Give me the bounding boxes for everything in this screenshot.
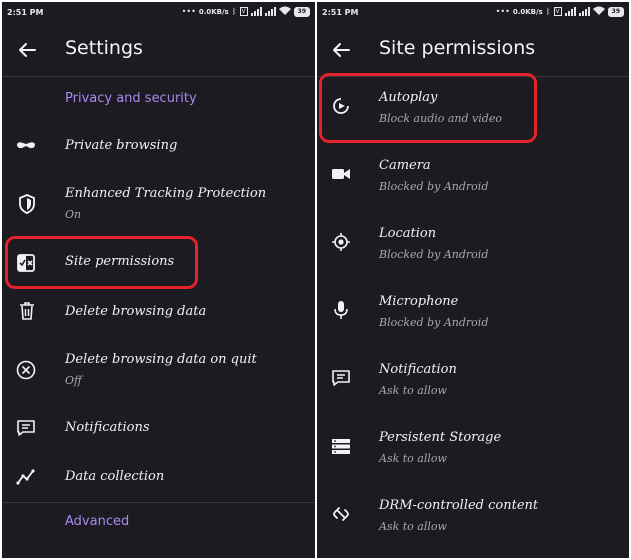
signal-icon [564,7,576,16]
cancel-circle-icon [16,360,36,380]
section-header-advanced: Advanced [65,514,130,529]
section-header-privacy: Privacy and security [65,91,197,106]
item-subtitle: Blocked by Android [379,180,489,193]
settings-item-delete-browsing-data[interactable]: Delete browsing data [2,290,315,336]
volte-icon: V [239,7,248,16]
settings-item-tracking-protection[interactable]: Enhanced Tracking Protection On [2,178,315,230]
permission-item-persistent-storage[interactable]: Persistent Storage Ask to allow [317,422,629,480]
battery-icon: 39 [293,6,310,17]
permission-item-microphone[interactable]: Microphone Blocked by Android [317,286,629,344]
battery-icon: 39 [607,6,624,17]
back-arrow-icon [333,43,350,57]
item-title: Location [379,226,437,241]
network-speed: 0.0KB/s [512,7,543,16]
status-bar: 2:51 PM ••• 0.0KB/s ᛒ V 39 [317,2,629,24]
settings-item-private-browsing[interactable]: Private browsing [2,124,315,170]
page-title: Site permissions [379,37,536,59]
signal-icon [250,7,262,16]
highlight-box [5,236,198,289]
wifi-icon [278,6,291,17]
status-time: 2:51 PM [7,8,44,17]
dots-icon: ••• [495,7,510,16]
page-title: Settings [65,37,143,59]
item-title: Delete browsing data on quit [65,352,257,367]
back-button[interactable] [14,37,40,63]
item-title: Private browsing [65,138,178,153]
item-title: Enhanced Tracking Protection [65,186,267,201]
item-title: Camera [379,158,431,173]
item-title: Notifications [65,420,150,435]
notification-icon [17,420,35,436]
item-title: Data collection [65,469,165,484]
settings-item-notifications[interactable]: Notifications [2,406,315,452]
divider [2,502,315,503]
wifi-icon [592,6,605,17]
highlight-box [319,73,537,143]
item-subtitle: Ask to allow [379,520,447,533]
settings-item-data-collection[interactable]: Data collection [2,455,315,501]
item-title: Delete browsing data [65,304,207,319]
item-subtitle: On [65,208,82,221]
drm-icon [333,507,349,521]
status-time: 2:51 PM [322,8,359,17]
item-subtitle: Blocked by Android [379,248,489,261]
status-indicators: ••• 0.0KB/s ᛒ V 39 [496,6,624,17]
signal-icon [264,7,276,16]
item-title: Microphone [379,294,459,309]
item-subtitle: Ask to allow [379,384,447,397]
site-permissions-screen: 2:51 PM ••• 0.0KB/s ᛒ V 39 Site permissi… [317,2,629,558]
divider [2,76,315,77]
bluetooth-icon: ᛒ [231,7,237,16]
network-speed: 0.0KB/s [198,7,229,16]
item-subtitle: Ask to allow [379,452,447,465]
bluetooth-icon: ᛒ [545,7,551,16]
volte-icon: V [553,7,562,16]
permission-item-camera[interactable]: Camera Blocked by Android [317,150,629,208]
shield-icon [19,194,35,214]
location-icon [332,233,350,251]
dots-icon: ••• [181,7,196,16]
settings-screen: 2:51 PM ••• 0.0KB/s ᛒ V 39 Settings Priv… [2,2,315,558]
storage-icon [332,439,350,454]
mask-icon [17,142,35,149]
settings-item-delete-on-quit[interactable]: Delete browsing data on quit Off [2,344,315,396]
permission-item-location[interactable]: Location Blocked by Android [317,218,629,276]
item-title: Notification [379,362,457,377]
app-bar: Site permissions [317,24,629,76]
item-subtitle: Off [65,374,82,387]
status-indicators: ••• 0.0KB/s ᛒ V 39 [182,6,310,17]
camera-icon [332,169,350,179]
chart-line-icon [16,469,35,485]
item-title: Persistent Storage [379,430,502,445]
status-bar: 2:51 PM ••• 0.0KB/s ᛒ V 39 [2,2,315,24]
microphone-icon [334,301,348,319]
permission-item-notification[interactable]: Notification Ask to allow [317,354,629,412]
notification-icon [332,370,350,386]
back-arrow-icon [19,43,36,57]
permission-item-drm-content[interactable]: DRM-controlled content Ask to allow [317,490,629,548]
app-bar: Settings [2,24,315,76]
item-subtitle: Blocked by Android [379,316,489,329]
signal-icon [578,7,590,16]
back-button[interactable] [328,37,354,63]
trash-icon [20,302,34,320]
item-title: DRM-controlled content [379,498,539,513]
